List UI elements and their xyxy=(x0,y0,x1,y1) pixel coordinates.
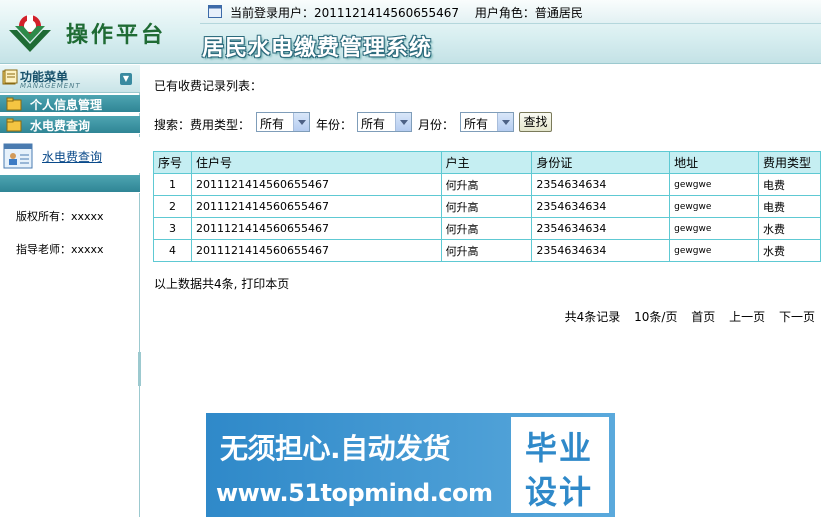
year-label: 年份： xyxy=(316,118,353,132)
user-role-label: 用户角色：普通居民 xyxy=(474,6,583,20)
window-icon xyxy=(208,5,222,18)
search-button[interactable]: 查找 xyxy=(519,112,552,132)
cell-household-id: 2011121414560655467 xyxy=(190,195,442,218)
cell-fee-type: 水费 xyxy=(757,239,821,262)
next-page-link[interactable]: 下一页 xyxy=(779,310,815,324)
table-row: 2 2011121414560655467 何升高 2354634634 gew… xyxy=(153,195,821,218)
folder-icon xyxy=(6,118,22,132)
cell-index: 4 xyxy=(153,239,192,262)
banner-url: www.51topmind.com xyxy=(216,479,493,507)
system-title: 居民水电缴费管理系统 xyxy=(202,36,433,61)
cell-index: 2 xyxy=(153,195,192,218)
cell-fee-type: 电费 xyxy=(757,173,821,196)
sidebar: 功能菜单 MANAGEMENT ▼ 个人信息管理 水电费查询 水电费查询 版权所… xyxy=(0,65,140,517)
menu-group-divider xyxy=(0,175,140,193)
cell-address: gewgwe xyxy=(669,239,759,262)
prev-page-link[interactable]: 上一页 xyxy=(729,310,765,324)
cell-address: gewgwe xyxy=(669,173,759,196)
user-info-bar: 当前登录用户：2011121414560655467 用户角色：普通居民 xyxy=(200,0,821,24)
column-header: 住户号 xyxy=(190,151,442,174)
month-label: 月份： xyxy=(418,118,455,132)
cell-address: gewgwe xyxy=(669,195,759,218)
cell-index: 3 xyxy=(153,217,192,240)
cell-address: gewgwe xyxy=(669,217,759,240)
platform-title: 操作平台 xyxy=(66,23,167,48)
cell-id-card: 2354634634 xyxy=(531,239,671,262)
menu-group-label: 个人信息管理 xyxy=(30,98,103,112)
search-bar: 搜索： 费用类型： 所有 年份： 所有 月份： 所有 查找 xyxy=(154,112,814,132)
first-page-link[interactable]: 首页 xyxy=(691,310,715,324)
cell-id-card: 2354634634 xyxy=(531,173,671,196)
user-card-icon xyxy=(3,143,33,169)
menu-group-label: 水电费查询 xyxy=(30,119,91,133)
folder-icon xyxy=(6,97,22,111)
banner-slogan: 无须担心.自动发货 xyxy=(220,432,451,465)
advisor-text: 指导老师：xxxxx xyxy=(16,243,104,256)
banner-badge: 毕业 设计 xyxy=(511,417,609,513)
menu-group-fee-query[interactable]: 水电费查询 xyxy=(0,116,140,134)
cell-owner: 何升高 xyxy=(440,239,533,262)
table-header-row: 序号 住户号 户主 身份证 地址 费用类型 xyxy=(153,151,821,174)
column-header: 身份证 xyxy=(531,151,671,174)
logo-area: 操作平台 xyxy=(0,0,196,64)
column-header: 户主 xyxy=(440,151,533,174)
fee-type-select[interactable]: 所有 xyxy=(256,112,310,132)
fee-records-table: 序号 住户号 户主 身份证 地址 费用类型 1 2011121414560655… xyxy=(153,151,821,262)
column-header: 序号 xyxy=(153,151,192,174)
column-header: 地址 xyxy=(669,151,759,174)
cell-index: 1 xyxy=(153,173,192,196)
menu-group-personal-info[interactable]: 个人信息管理 xyxy=(0,95,140,113)
per-page-label: 10条/页 xyxy=(634,310,678,324)
pagination: 共4条记录 10条/页 首页 上一页 下一页 xyxy=(555,308,815,325)
chevron-down-icon[interactable] xyxy=(395,113,411,131)
total-records-label: 共4条记录 xyxy=(564,310,621,324)
cell-household-id: 2011121414560655467 xyxy=(190,217,442,240)
banner-badge-word: 毕业 xyxy=(525,429,594,467)
month-select[interactable]: 所有 xyxy=(460,112,514,132)
fee-type-value: 所有 xyxy=(260,117,285,131)
menu-subtitle: MANAGEMENT xyxy=(20,82,81,90)
cell-owner: 何升高 xyxy=(440,217,533,240)
chevron-down-icon[interactable] xyxy=(497,113,513,131)
cell-id-card: 2354634634 xyxy=(531,195,671,218)
banner-badge-word: 设计 xyxy=(525,473,594,511)
search-label: 搜索： xyxy=(154,118,191,132)
app-header: 操作平台 当前登录用户：2011121414560655467 用户角色：普通居… xyxy=(0,0,821,64)
list-title: 已有收费记录列表： xyxy=(154,79,263,93)
sidebar-item-label: 水电费查询 xyxy=(42,150,103,164)
records-summary: 以上数据共4条, 打印本页 xyxy=(154,277,290,291)
menu-book-icon xyxy=(2,69,18,85)
cell-fee-type: 电费 xyxy=(757,195,821,218)
cell-household-id: 2011121414560655467 xyxy=(190,239,442,262)
collapse-menu-icon[interactable]: ▼ xyxy=(120,73,132,85)
cell-fee-type: 水费 xyxy=(757,217,821,240)
menu-header: 功能菜单 MANAGEMENT ▼ xyxy=(0,65,140,93)
copyright-text: 版权所有：xxxxx xyxy=(16,210,104,223)
year-select[interactable]: 所有 xyxy=(357,112,412,132)
bank-logo-icon xyxy=(9,15,51,52)
fee-type-label: 费用类型： xyxy=(190,118,251,132)
cell-owner: 何升高 xyxy=(440,173,533,196)
year-value: 所有 xyxy=(361,117,386,131)
cell-household-id: 2011121414560655467 xyxy=(190,173,442,196)
table-row: 1 2011121414560655467 何升高 2354634634 gew… xyxy=(153,173,821,196)
cell-owner: 何升高 xyxy=(440,195,533,218)
current-user-label: 当前登录用户：2011121414560655467 xyxy=(230,6,460,20)
chevron-down-icon[interactable] xyxy=(293,113,309,131)
table-row: 4 2011121414560655467 何升高 2354634634 gew… xyxy=(153,239,821,262)
table-row: 3 2011121414560655467 何升高 2354634634 gew… xyxy=(153,217,821,240)
sidebar-item-fee-query[interactable]: 水电费查询 xyxy=(0,137,140,173)
month-value: 所有 xyxy=(464,117,489,131)
cell-id-card: 2354634634 xyxy=(531,217,671,240)
column-header: 费用类型 xyxy=(757,151,821,174)
promo-banner: 无须担心.自动发货 www.51topmind.com 毕业 设计 xyxy=(206,413,615,517)
